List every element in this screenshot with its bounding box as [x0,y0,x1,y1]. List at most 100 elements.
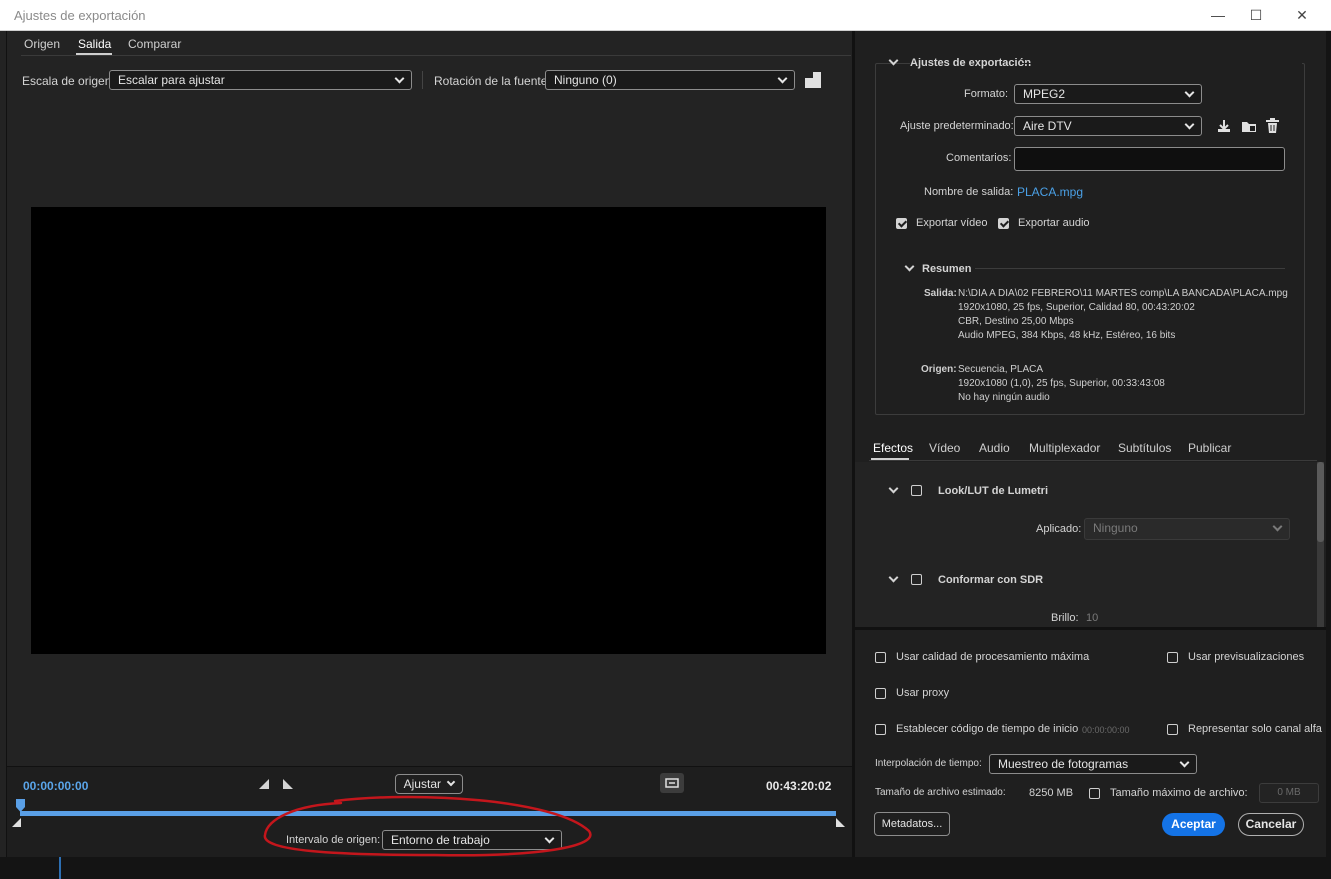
preset-dropdown[interactable]: Aire DTV [1014,116,1202,136]
tab-efectos[interactable]: Efectos [873,441,913,455]
summary-source-line: 1920x1080 (1,0), 25 fps, Superior, 00:33… [958,378,1165,389]
lumetri-label: Look/LUT de Lumetri [938,485,1048,497]
preset-label: Ajuste predeterminado: [900,120,1014,132]
source-scale-value: Escalar para ajustar [118,73,225,87]
max-size-label: Tamaño máximo de archivo: [1110,787,1248,799]
cancel-button[interactable]: Cancelar [1238,813,1304,836]
accept-button[interactable]: Aceptar [1162,813,1225,836]
use-proxy-label: Usar proxy [896,687,950,699]
sdr-label: Conformar con SDR [938,574,1044,586]
alpha-only-checkbox[interactable] [1167,724,1178,735]
summary-output-label: Salida: [924,288,957,299]
use-proxy-checkbox[interactable] [875,688,886,699]
effects-panel [855,462,1317,627]
background-playhead [59,857,61,879]
work-area-end-icon[interactable] [836,818,845,827]
export-audio-label: Exportar audio [1018,217,1090,229]
source-scale-dropdown[interactable]: Escalar para ajustar [109,70,412,90]
tab-publicar[interactable]: Publicar [1188,441,1231,455]
section-divider [855,627,1326,630]
effects-scrollbar[interactable] [1317,462,1324,627]
loop-icon [665,778,679,788]
tab-video[interactable]: Vídeo [929,441,960,455]
tab-multiplexador[interactable]: Multiplexador [1029,441,1100,455]
lumetri-checkbox[interactable] [911,485,922,496]
summary-divider [975,268,1285,269]
output-name-link[interactable]: PLACA.mpg [1017,185,1083,199]
toolbar-separator [422,71,423,89]
mark-in-icon[interactable] [259,779,269,789]
export-audio-checkbox[interactable] [998,218,1009,229]
applied-dropdown[interactable]: Ninguno [1084,518,1290,540]
background-app-strip [0,31,7,879]
summary-output-line: CBR, Destino 25,00 Mbps [958,316,1074,327]
summary-source-line: No hay ningún audio [958,392,1050,403]
window-title: Ajustes de exportación [14,8,146,23]
rotation-label: Rotación de la fuente: [434,74,551,88]
save-preset-icon[interactable] [1241,119,1257,133]
format-value: MPEG2 [1023,87,1066,101]
brightness-value[interactable]: 10 [1086,612,1098,624]
brightness-label: Brillo: [1051,612,1079,624]
max-size-input[interactable]: 0 MB [1259,783,1319,803]
work-area-start-icon[interactable] [12,818,21,827]
settings-pane: Ajustes de exportación Formato: MPEG2 Aj… [855,31,1326,857]
summary-output-line: Audio MPEG, 384 Kbps, 48 kHz, Estéreo, 1… [958,330,1176,341]
loop-button[interactable] [660,773,684,793]
chevron-down-icon [777,73,788,84]
tab-salida[interactable]: Salida [78,37,111,51]
sdr-checkbox[interactable] [911,574,922,585]
import-preset-icon[interactable] [1217,119,1231,133]
max-size-checkbox[interactable] [1089,788,1100,799]
timeline-panel: 00:00:00:00 Ajustar 00:43:20:02 Interval… [7,766,852,857]
tabs-divider [21,55,851,56]
summary-source-line: Secuencia, PLACA [958,364,1044,375]
tabs-divider [869,460,1317,461]
time-interp-label: Interpolación de tiempo: [875,758,982,769]
delete-preset-icon[interactable] [1266,118,1279,133]
max-quality-checkbox[interactable] [875,652,886,663]
summary-header: Resumen [922,263,972,275]
chevron-down-icon [447,777,456,787]
applied-value: Ninguno [1093,521,1138,535]
export-video-label: Exportar vídeo [916,217,988,229]
comments-input[interactable] [1014,147,1285,171]
use-previews-checkbox[interactable] [1167,652,1178,663]
comments-label: Comentarios: [946,152,1012,164]
time-interp-value: Muestreo de fotogramas [998,757,1129,771]
background-app-strip-bottom [0,857,1331,879]
annotation-circle [263,795,592,857]
export-settings-header: Ajustes de exportación [910,57,1038,69]
tab-comparar[interactable]: Comparar [128,37,181,51]
chevron-down-icon [1179,757,1190,768]
rotation-dropdown[interactable]: Ninguno (0) [545,70,795,90]
summary-output-line: 1920x1080, 25 fps, Superior, Calidad 80,… [958,302,1195,313]
metadata-button[interactable]: Metadatos... [874,812,950,836]
start-timecode-checkbox[interactable] [875,724,886,735]
tab-subtitulos[interactable]: Subtítulos [1118,441,1171,455]
playhead-icon[interactable] [15,798,26,813]
format-dropdown[interactable]: MPEG2 [1014,84,1202,104]
preview-pane: Origen Salida Comparar Escala de origen:… [7,31,852,857]
window-edge [1326,31,1331,879]
fit-dropdown[interactable]: Ajustar [395,774,463,794]
title-bar: Ajustes de exportación — ☐ ✕ [0,0,1331,31]
crop-icon[interactable] [804,71,822,89]
chevron-down-icon [1184,119,1195,130]
start-timecode-value[interactable]: 00:00:00:00 [1082,725,1130,735]
scrollbar-thumb[interactable] [1317,462,1324,542]
tab-origen[interactable]: Origen [24,37,60,51]
rotation-value: Ninguno (0) [554,73,617,87]
header-gap [1022,63,1302,64]
summary-output-line: N:\DIA A DIA\02 FEBRERO\11 MARTES comp\L… [958,288,1288,299]
current-timecode[interactable]: 00:00:00:00 [23,779,88,793]
maximize-button[interactable]: ☐ [1233,0,1279,31]
max-size-placeholder: 0 MB [1277,787,1301,798]
export-video-checkbox[interactable] [896,218,907,229]
mark-out-icon[interactable] [283,779,293,789]
close-button[interactable]: ✕ [1279,0,1325,31]
time-interp-dropdown[interactable]: Muestreo de fotogramas [989,754,1197,774]
tab-audio[interactable]: Audio [979,441,1010,455]
start-timecode-label: Establecer código de tiempo de inicio [896,723,1079,735]
est-size-label: Tamaño de archivo estimado: [875,787,1006,798]
